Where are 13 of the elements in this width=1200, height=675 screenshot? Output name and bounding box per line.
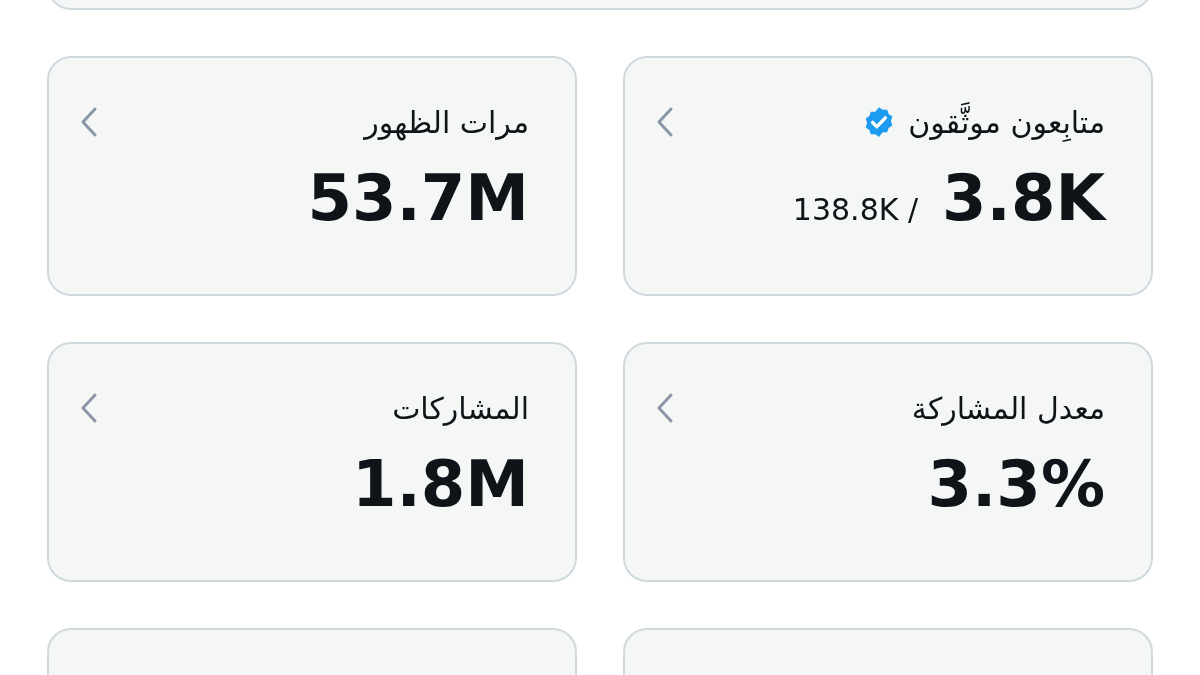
- chevron-icon: [655, 392, 675, 424]
- card-title: معدل المشاركة: [911, 390, 1105, 426]
- stat-value: 3.3%: [927, 452, 1105, 516]
- stat-value: 53.7M: [307, 166, 529, 230]
- card-title: المشاركات: [392, 390, 529, 426]
- stat-total: 138.8K /: [792, 192, 919, 227]
- stat-value: 1.8M: [351, 452, 529, 516]
- chevron-icon: [79, 106, 99, 138]
- card-title: متابِعون موثَّقون: [908, 104, 1105, 140]
- chevron-icon: [79, 392, 99, 424]
- stat-value: 3.8K: [942, 166, 1105, 230]
- card-title: مرات الظهور: [364, 104, 529, 140]
- chevron-icon: [655, 106, 675, 138]
